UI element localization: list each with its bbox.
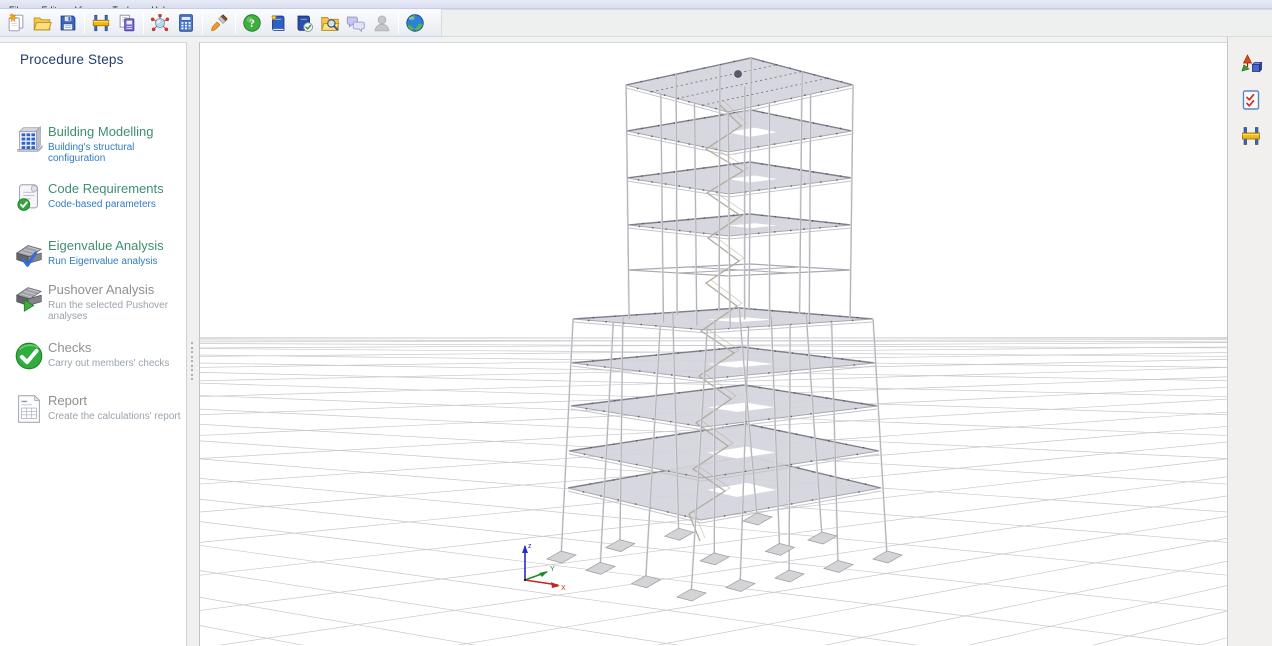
procedure-step-title: Checks bbox=[48, 340, 91, 355]
examples-folder-button[interactable] bbox=[317, 10, 343, 35]
toolbar-button-strip: ? bbox=[0, 9, 441, 37]
procedure-step-code-requirements[interactable]: Code Requirements Code-based parameters bbox=[0, 178, 186, 228]
model-3d-icon bbox=[149, 12, 171, 34]
menu-bar: FileEditViewToolsHelp bbox=[0, 0, 1272, 9]
code-scroll-icon bbox=[12, 180, 46, 214]
footing bbox=[700, 553, 729, 565]
procedure-step-building-modelling[interactable]: Building Modelling Building's structural … bbox=[0, 121, 186, 171]
website-globe-button[interactable] bbox=[402, 10, 428, 35]
support-user-icon bbox=[371, 12, 393, 34]
footing bbox=[677, 589, 706, 601]
eigenvalue-element-icon bbox=[12, 237, 46, 271]
axis-label-y: Y bbox=[550, 566, 555, 573]
help-icon: ? bbox=[241, 12, 263, 34]
open-folder-icon bbox=[31, 12, 53, 34]
building-model-canvas[interactable]: z Y X bbox=[200, 43, 1227, 645]
footing bbox=[547, 551, 576, 563]
checks-circle-icon bbox=[12, 339, 46, 373]
verification-book-icon bbox=[293, 12, 315, 34]
forum-bubbles-icon bbox=[345, 12, 367, 34]
procedure-step-subtitle: Building's structural configuration bbox=[48, 142, 186, 164]
procedure-step-subtitle: Run Eigenvalue analysis bbox=[48, 256, 158, 267]
footing bbox=[766, 543, 795, 555]
procedure-step-report[interactable]: Report Create the calculations' report bbox=[0, 390, 186, 440]
procedure-step-pushover-analysis[interactable]: Pushover Analysis Run the selected Pushov… bbox=[0, 279, 186, 329]
calculator-icon bbox=[175, 12, 197, 34]
procedure-step-subtitle: Code-based parameters bbox=[48, 199, 156, 210]
active-checks-button[interactable] bbox=[1237, 86, 1265, 114]
procedure-step-eigenvalue-analysis[interactable]: Eigenvalue Analysis Run Eigenvalue analys… bbox=[0, 235, 186, 285]
footing bbox=[775, 570, 804, 582]
toolbar-separator bbox=[235, 12, 236, 34]
repaint-brush-button[interactable] bbox=[206, 10, 232, 35]
save-icon bbox=[57, 12, 79, 34]
procedure-steps-panel: Procedure Steps Building ModellingBuildi… bbox=[0, 42, 186, 646]
footing bbox=[606, 540, 635, 552]
report-document-button[interactable] bbox=[114, 10, 140, 35]
splitter-grip[interactable] bbox=[191, 342, 195, 380]
procedure-step-subtitle: Run the selected Pushover analyses bbox=[48, 300, 186, 322]
checks-circle-icon bbox=[12, 339, 46, 373]
footing bbox=[808, 532, 837, 544]
website-globe-icon bbox=[404, 12, 426, 34]
report-document-icon bbox=[116, 12, 138, 34]
roof-node bbox=[735, 71, 742, 78]
manual-book-icon bbox=[267, 12, 289, 34]
eigenvalue-element-icon bbox=[12, 237, 46, 271]
axis-label-z: z bbox=[528, 543, 532, 550]
toolbar-separator bbox=[398, 12, 399, 34]
new-document-icon bbox=[5, 12, 27, 34]
view-toolbar bbox=[1227, 37, 1272, 646]
examples-folder-icon bbox=[319, 12, 341, 34]
toolbar-separator bbox=[84, 12, 85, 34]
svg-text:?: ? bbox=[249, 18, 255, 30]
verification-book-button[interactable] bbox=[291, 10, 317, 35]
calculator-button[interactable] bbox=[173, 10, 199, 35]
support-user-button bbox=[369, 10, 395, 35]
toolbar-separator bbox=[202, 12, 203, 34]
view-axes-button[interactable] bbox=[1237, 50, 1265, 78]
frame-view-button[interactable] bbox=[1237, 122, 1265, 150]
help-button[interactable]: ? bbox=[239, 10, 265, 35]
code-scroll-icon bbox=[12, 180, 46, 214]
frame-view-icon bbox=[1239, 124, 1263, 148]
manual-book-button[interactable] bbox=[265, 10, 291, 35]
model-3d-button[interactable] bbox=[147, 10, 173, 35]
procedure-step-title: Report bbox=[48, 393, 87, 408]
save-button[interactable] bbox=[55, 10, 81, 35]
footing bbox=[665, 528, 694, 540]
axis-label-x: X bbox=[561, 585, 566, 592]
forum-bubbles-button[interactable] bbox=[343, 10, 369, 35]
frame-section-button[interactable] bbox=[88, 10, 114, 35]
pushover-element-icon bbox=[12, 281, 46, 315]
pushover-element-icon bbox=[12, 281, 46, 315]
footing bbox=[586, 562, 615, 574]
building-icon bbox=[12, 123, 46, 157]
procedure-steps-title: Procedure Steps bbox=[20, 52, 124, 67]
procedure-step-title: Pushover Analysis bbox=[48, 282, 154, 297]
procedure-step-title: Code Requirements bbox=[48, 181, 164, 196]
report-page-icon bbox=[12, 392, 46, 426]
new-document-button[interactable] bbox=[3, 10, 29, 35]
building-icon bbox=[12, 123, 46, 157]
procedure-step-title: Eigenvalue Analysis bbox=[48, 238, 164, 253]
frame-section-icon bbox=[90, 12, 112, 34]
procedure-step-title: Building Modelling bbox=[48, 124, 154, 139]
report-page-icon bbox=[12, 392, 46, 426]
application-window: FileEditViewToolsHelp ? Procedure Steps … bbox=[0, 0, 1272, 646]
toolbar-filler bbox=[441, 9, 1272, 37]
toolbar-separator bbox=[143, 12, 144, 34]
view-axes-icon bbox=[1239, 52, 1263, 76]
footing bbox=[873, 551, 902, 563]
panel-splitter[interactable] bbox=[186, 42, 199, 646]
model-3d-viewport[interactable]: z Y X bbox=[199, 42, 1227, 646]
open-folder-button[interactable] bbox=[29, 10, 55, 35]
procedure-step-subtitle: Carry out members' checks bbox=[48, 358, 169, 369]
repaint-brush-icon bbox=[208, 12, 230, 34]
procedure-step-subtitle: Create the calculations' report bbox=[48, 411, 181, 422]
footing bbox=[824, 561, 853, 573]
active-checks-icon bbox=[1239, 88, 1263, 112]
procedure-step-checks[interactable]: Checks Carry out members' checks bbox=[0, 337, 186, 387]
main-toolbar: ? bbox=[0, 9, 1272, 37]
